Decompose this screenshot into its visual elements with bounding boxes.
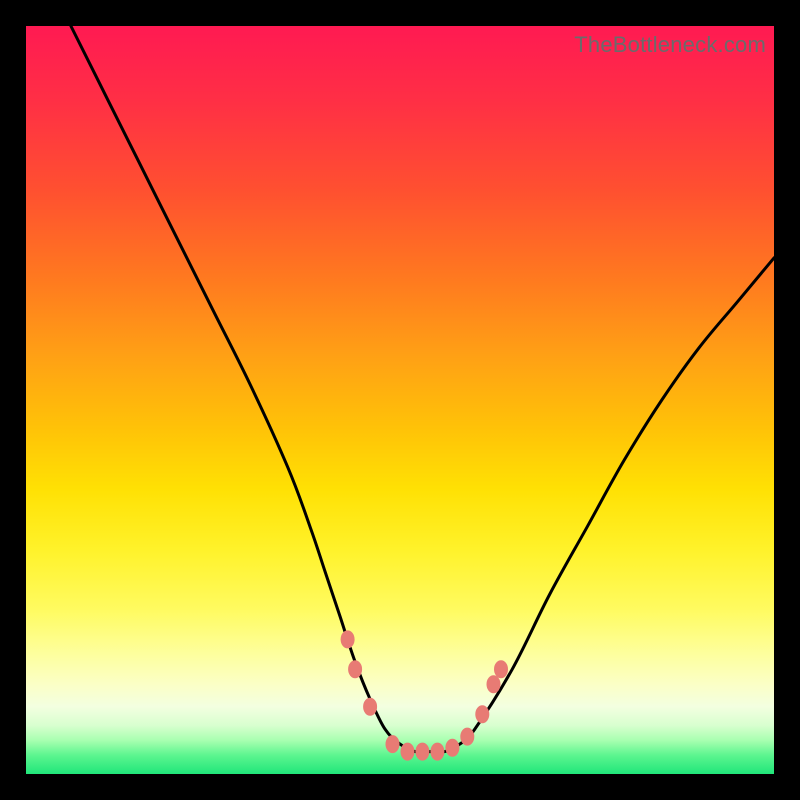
curve-marker bbox=[348, 660, 362, 678]
bottleneck-curve bbox=[71, 26, 774, 752]
plot-area: TheBottleneck.com bbox=[26, 26, 774, 774]
chart-frame: TheBottleneck.com bbox=[0, 0, 800, 800]
curve-marker bbox=[430, 743, 444, 761]
curve-marker bbox=[487, 675, 501, 693]
curve-marker bbox=[401, 743, 415, 761]
curve-marker bbox=[415, 743, 429, 761]
curve-marker bbox=[460, 728, 474, 746]
curve-markers bbox=[341, 630, 508, 760]
curve-marker bbox=[386, 735, 400, 753]
curve-marker bbox=[341, 630, 355, 648]
curve-marker bbox=[363, 698, 377, 716]
bottleneck-curve-svg bbox=[26, 26, 774, 774]
curve-marker bbox=[445, 739, 459, 757]
curve-marker bbox=[494, 660, 508, 678]
curve-marker bbox=[475, 705, 489, 723]
